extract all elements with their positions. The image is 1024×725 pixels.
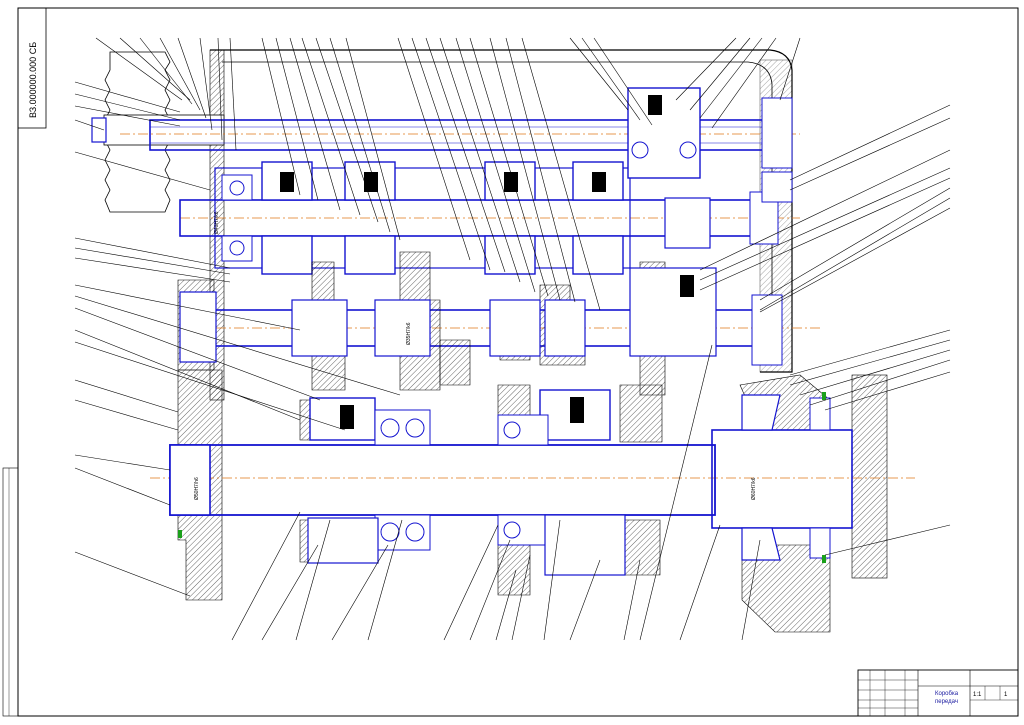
seal-marker (178, 530, 182, 538)
doc-number-text: ВЗ.000000.000 СБ (28, 42, 38, 118)
drive-pulley (91, 51, 225, 213)
fit-dim-2: Ø40H7/k6 (214, 211, 220, 234)
assembly-drawing-sheet: ВЗ.000000.000 СБ Ø50H7/h6 Ø40H7/k6 Ø35H7… (2, 7, 1019, 717)
title-sheet: 1 (1004, 692, 1008, 698)
fit-dim-3: Ø35H7/k6 (406, 322, 412, 345)
fit-dim-4: Ø60H7/k6 (751, 477, 757, 500)
clutch-block-1 (261, 161, 313, 275)
title-scale: 1:1 (973, 692, 982, 698)
title-block: Коробка передач 1 1:1 (857, 669, 1019, 717)
title-name-line2: передач (935, 699, 958, 705)
doc-number-box: ВЗ.000000.000 СБ (17, 7, 47, 129)
fit-dim-1: Ø50H7/h6 (194, 477, 200, 500)
sheet-frame (17, 7, 1019, 717)
title-name-line1: Коробка (935, 691, 959, 697)
